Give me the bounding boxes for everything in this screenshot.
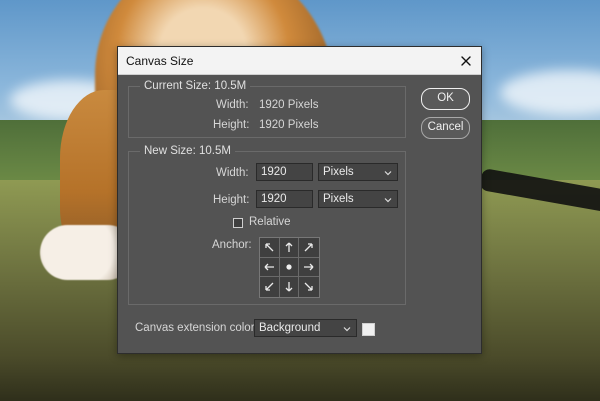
chevron-down-icon xyxy=(384,198,392,203)
arrow-down-left-icon xyxy=(265,282,274,291)
anchor-left[interactable] xyxy=(260,257,280,278)
anchor-center[interactable] xyxy=(279,257,300,278)
close-button[interactable] xyxy=(451,47,481,74)
extension-color-value: Background xyxy=(259,322,321,334)
new-height-input[interactable]: 1920 xyxy=(256,190,313,208)
current-width-value: 1920 Pixels xyxy=(259,99,319,111)
current-width-label: Width: xyxy=(216,99,249,111)
anchor-label: Anchor: xyxy=(212,239,252,251)
chevron-down-icon xyxy=(384,171,392,176)
relative-checkbox[interactable] xyxy=(233,218,243,228)
new-width-unit-value: Pixels xyxy=(323,166,354,178)
arrow-left-icon xyxy=(264,263,275,271)
new-width-label: Width: xyxy=(216,167,249,179)
new-height-unit-value: Pixels xyxy=(323,193,354,205)
extension-color-label: Canvas extension color: xyxy=(135,322,258,334)
new-width-input[interactable]: 1920 xyxy=(256,163,313,181)
anchor-bottom-right[interactable] xyxy=(299,277,319,297)
arrow-up-left-icon xyxy=(265,243,274,252)
close-icon xyxy=(461,55,471,66)
dialog-title: Canvas Size xyxy=(126,54,194,68)
anchor-bottom[interactable] xyxy=(280,277,300,297)
current-height-value: 1920 Pixels xyxy=(259,119,319,131)
arrow-down-right-icon xyxy=(304,282,313,291)
extension-color-swatch[interactable] xyxy=(362,323,375,336)
anchor-bottom-left[interactable] xyxy=(260,277,280,297)
ok-button[interactable]: OK xyxy=(421,88,470,110)
dialog-titlebar: Canvas Size xyxy=(118,47,481,75)
chevron-down-icon xyxy=(343,327,351,332)
relative-label: Relative xyxy=(249,216,291,228)
new-height-label: Height: xyxy=(213,194,250,206)
new-size-legend: New Size: 10.5M xyxy=(140,145,235,157)
cancel-button[interactable]: Cancel xyxy=(421,117,470,139)
anchor-top-left[interactable] xyxy=(260,238,280,258)
anchor-grid[interactable] xyxy=(259,237,320,298)
anchor-top-right[interactable] xyxy=(299,238,319,258)
arrow-down-icon xyxy=(285,282,293,292)
current-size-legend: Current Size: 10.5M xyxy=(140,80,251,92)
anchor-right[interactable] xyxy=(299,258,319,278)
canvas-size-dialog: Canvas Size OK Cancel Current Size: 10.5… xyxy=(117,46,482,354)
arrow-up-icon xyxy=(285,242,293,253)
new-height-unit-select[interactable]: Pixels xyxy=(318,190,398,208)
extension-color-select[interactable]: Background xyxy=(254,319,357,337)
dot-icon xyxy=(286,264,292,270)
new-width-unit-select[interactable]: Pixels xyxy=(318,163,398,181)
arrow-up-right-icon xyxy=(304,243,313,252)
anchor-top[interactable] xyxy=(279,238,300,258)
current-height-label: Height: xyxy=(213,119,250,131)
arrow-right-icon xyxy=(304,263,314,271)
